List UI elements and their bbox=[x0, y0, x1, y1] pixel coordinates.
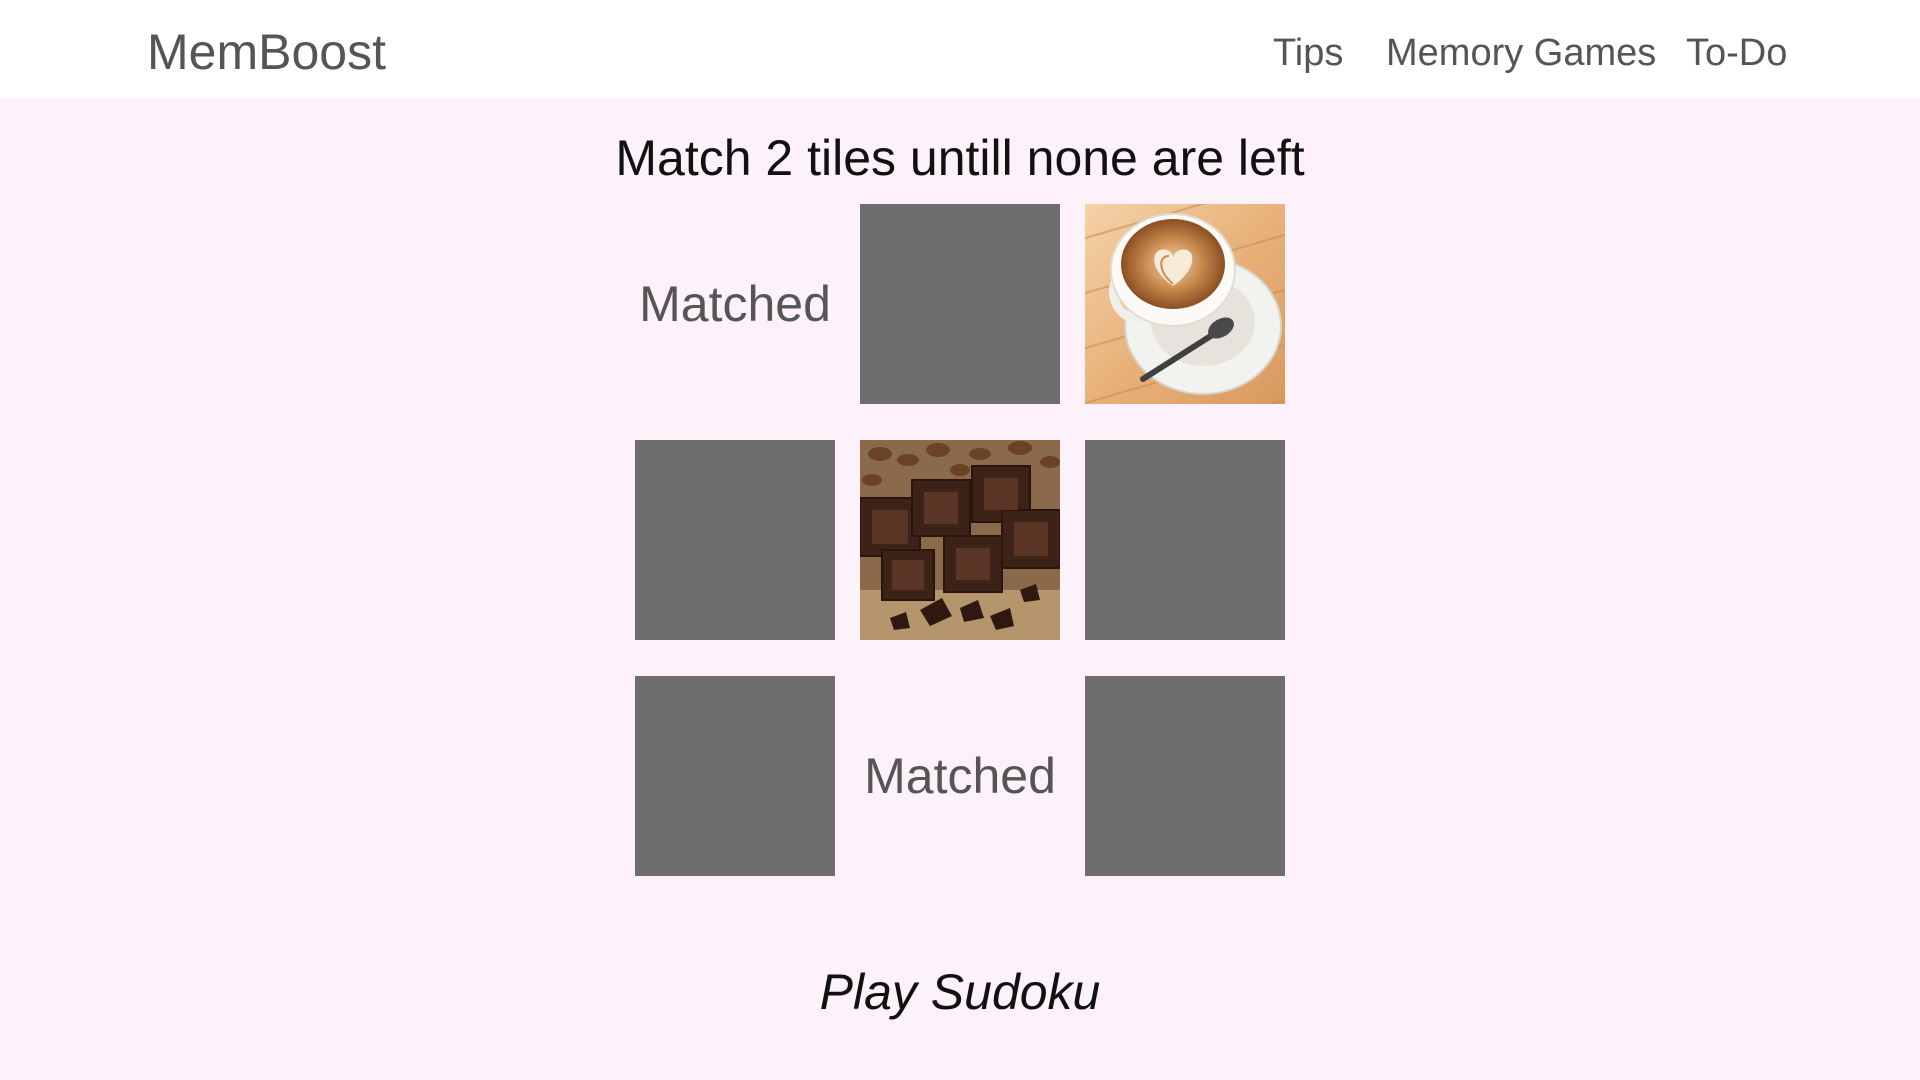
nav-link-tips[interactable]: Tips bbox=[1273, 28, 1343, 78]
brand-logo-link[interactable]: MemBoost bbox=[147, 22, 386, 82]
chocolate-pieces-image bbox=[860, 440, 1060, 640]
matched-label: Matched bbox=[864, 748, 1056, 804]
memory-tile-matched: Matched bbox=[635, 204, 835, 404]
memory-tile-hidden[interactable] bbox=[1085, 676, 1285, 876]
nav-link-todo[interactable]: To-Do bbox=[1686, 28, 1787, 78]
top-nav-bar: MemBoost Tips Memory Games To-Do bbox=[0, 0, 1920, 98]
game-instruction: Match 2 tiles untill none are left bbox=[615, 130, 1305, 186]
memory-tile-hidden[interactable] bbox=[635, 440, 835, 640]
memory-tile-hidden[interactable] bbox=[1085, 440, 1285, 640]
memory-tile-hidden[interactable] bbox=[635, 676, 835, 876]
coffee-latte-image bbox=[1085, 204, 1285, 404]
memory-tile-revealed[interactable] bbox=[860, 440, 1060, 640]
play-sudoku-link[interactable]: Play Sudoku bbox=[0, 962, 1920, 1022]
memory-tile-revealed[interactable] bbox=[1085, 204, 1285, 404]
matched-label: Matched bbox=[639, 276, 831, 332]
nav-link-memory-games[interactable]: Memory Games bbox=[1386, 28, 1656, 78]
memory-tile-matched: Matched bbox=[860, 676, 1060, 876]
memory-tile-hidden[interactable] bbox=[860, 204, 1060, 404]
